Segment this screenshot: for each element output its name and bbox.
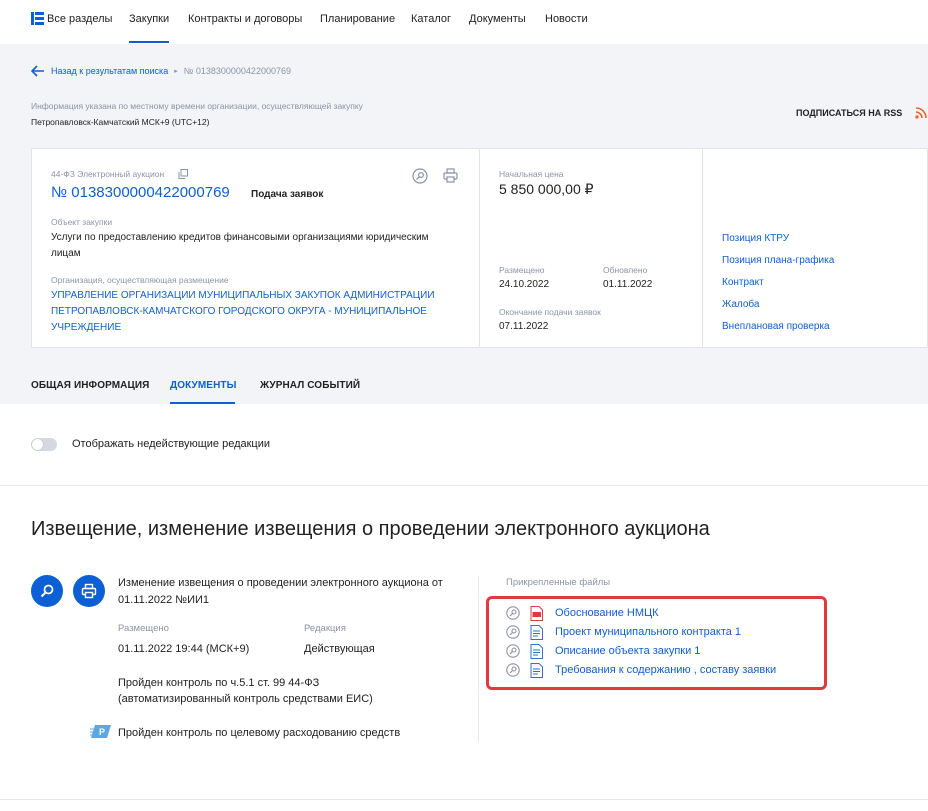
file-item[interactable]: Требования к содержанию , составу заявки bbox=[506, 662, 776, 678]
nav-all-sections[interactable]: Все разделы bbox=[47, 13, 112, 25]
rss-subscribe-button[interactable]: ПОДПИСАТЬСЯ НА RSS bbox=[796, 108, 902, 118]
object-value-line2: лицам bbox=[51, 248, 81, 259]
doc-placed-label: Размещено bbox=[118, 623, 169, 634]
object-value-line1: Услуги по предоставлению кредитов финанс… bbox=[51, 232, 429, 243]
tab-event-log[interactable]: ЖУРНАЛ СОБЫТИЙ bbox=[260, 380, 360, 391]
section-title: Извещение, изменение извещения о проведе… bbox=[31, 518, 710, 540]
card-divider bbox=[702, 149, 703, 347]
view-file-icon[interactable] bbox=[506, 606, 520, 620]
link-plan-position[interactable]: Позиция плана-графика bbox=[722, 255, 834, 266]
org-link-line2[interactable]: ПЕТРОПАВЛОВСК-КАМЧАТСКОГО ГОРОДСКОГО ОКР… bbox=[51, 306, 427, 317]
top-nav: Все разделы Закупки Контракты и договоры… bbox=[0, 0, 928, 44]
doc-control-line1: Пройден контроль по ч.5.1 ст. 99 44-ФЗ bbox=[118, 677, 320, 689]
print-icon[interactable] bbox=[443, 168, 458, 183]
print-document-button[interactable] bbox=[73, 575, 105, 607]
view-file-icon[interactable] bbox=[506, 625, 520, 639]
doc-control-line2: (автоматизированный контроль средствами … bbox=[118, 693, 373, 705]
purchase-stage: Подача заявок bbox=[251, 189, 324, 200]
magnifier-icon bbox=[40, 584, 54, 598]
view-file-icon[interactable] bbox=[506, 644, 520, 658]
rss-icon[interactable] bbox=[915, 107, 927, 119]
toggle-knob bbox=[32, 439, 43, 450]
tab-documents[interactable]: ДОКУМЕНТЫ bbox=[170, 380, 237, 391]
pdf-file-icon bbox=[530, 605, 543, 621]
chevron-right-icon: ▸ bbox=[174, 68, 178, 75]
nav-contracts[interactable]: Контракты и договоры bbox=[188, 13, 302, 25]
doc-file-icon bbox=[530, 662, 543, 678]
doc-edition-value: Действующая bbox=[304, 643, 375, 655]
nav-active-indicator bbox=[129, 41, 169, 43]
toggle-label: Отображать недействующие редакции bbox=[72, 438, 271, 450]
tab-general-info[interactable]: ОБЩАЯ ИНФОРМАЦИЯ bbox=[31, 380, 149, 391]
inactive-editions-toggle[interactable] bbox=[31, 438, 57, 451]
attached-files-label: Прикрепленные файлы bbox=[506, 577, 611, 588]
doc-placed-value: 01.11.2022 19:44 (МСК+9) bbox=[118, 643, 250, 655]
timezone-value: Петропавловск-Камчатский МСК+9 (UTC+12) bbox=[31, 117, 210, 127]
updated-value: 01.11.2022 bbox=[603, 279, 653, 290]
arrow-left-icon[interactable] bbox=[31, 65, 45, 77]
placed-label: Размещено bbox=[499, 265, 545, 275]
doc-title-line2: 01.11.2022 №ИИ1 bbox=[118, 594, 210, 606]
doc-target-control: Пройден контроль по целевому расходовани… bbox=[118, 727, 401, 739]
printer-icon bbox=[81, 583, 97, 599]
file-link[interactable]: Требования к содержанию , составу заявки bbox=[555, 664, 776, 676]
breadcrumb-current: № 0138300000422000769 bbox=[183, 66, 291, 76]
price-label: Начальная цена bbox=[499, 169, 564, 179]
doc-file-icon bbox=[530, 643, 543, 659]
breadcrumb: Назад к результатам поиска ▸ № 013830000… bbox=[31, 65, 291, 77]
deadline-value: 07.11.2022 bbox=[499, 321, 549, 332]
tabs: ОБЩАЯ ИНФОРМАЦИЯ ДОКУМЕНТЫ ЖУРНАЛ СОБЫТИ… bbox=[0, 370, 928, 404]
link-contract[interactable]: Контракт bbox=[722, 277, 764, 288]
placed-value: 24.10.2022 bbox=[499, 279, 550, 290]
file-link[interactable]: Проект муниципального контракта 1 bbox=[555, 626, 741, 638]
file-item[interactable]: Обоснование НМЦК bbox=[506, 605, 659, 621]
price-value: 5 850 000,00 ₽ bbox=[499, 181, 594, 197]
sections-grid-icon[interactable] bbox=[31, 12, 44, 25]
file-link[interactable]: Описание объекта закупки 1 bbox=[555, 645, 700, 657]
purchase-card: 44-ФЗ Электронный аукцион № 013830000042… bbox=[31, 148, 928, 348]
object-label: Объект закупки bbox=[51, 217, 113, 227]
link-inspection[interactable]: Внеплановая проверка bbox=[722, 321, 830, 332]
org-link-line1[interactable]: УПРАВЛЕНИЕ ОРГАНИЗАЦИИ МУНИЦИПАЛЬНЫХ ЗАК… bbox=[51, 290, 435, 301]
nav-documents[interactable]: Документы bbox=[469, 13, 526, 25]
nav-planning[interactable]: Планирование bbox=[320, 13, 395, 25]
file-item[interactable]: Описание объекта закупки 1 bbox=[506, 643, 700, 659]
divider bbox=[0, 485, 928, 486]
file-item[interactable]: Проект муниципального контракта 1 bbox=[506, 624, 741, 640]
tab-active-indicator bbox=[170, 402, 235, 404]
org-link-line3[interactable]: УЧРЕЖДЕНИЕ bbox=[51, 322, 121, 333]
nav-purchases[interactable]: Закупки bbox=[129, 13, 169, 25]
purchase-law-type: 44-ФЗ Электронный аукцион bbox=[51, 169, 165, 179]
link-ktru[interactable]: Позиция КТРУ bbox=[722, 233, 789, 244]
card-divider bbox=[479, 149, 480, 347]
target-control-icon: P bbox=[90, 725, 111, 738]
org-label: Организация, осуществляющая размещение bbox=[51, 275, 229, 285]
file-link[interactable]: Обоснование НМЦК bbox=[555, 607, 659, 619]
purchase-number[interactable]: № 0138300000422000769 bbox=[51, 184, 230, 201]
doc-file-icon bbox=[530, 624, 543, 640]
vertical-divider bbox=[478, 576, 479, 742]
copy-icon[interactable] bbox=[178, 169, 188, 179]
view-file-icon[interactable] bbox=[506, 663, 520, 677]
link-complaint[interactable]: Жалоба bbox=[722, 299, 759, 310]
deadline-label: Окончание подачи заявок bbox=[499, 307, 601, 317]
updated-label: Обновлено bbox=[603, 265, 648, 275]
nav-news[interactable]: Новости bbox=[545, 13, 588, 25]
view-icon[interactable] bbox=[412, 168, 428, 184]
doc-edition-label: Редакция bbox=[304, 623, 346, 634]
back-to-search-link[interactable]: Назад к результатам поиска bbox=[51, 66, 168, 76]
svg-text:P: P bbox=[99, 727, 105, 737]
nav-catalog[interactable]: Каталог bbox=[411, 13, 451, 25]
doc-title-line1: Изменение извещения о проведении электро… bbox=[118, 577, 443, 589]
view-document-button[interactable] bbox=[31, 575, 63, 607]
timezone-note: Информация указана по местному времени о… bbox=[31, 101, 363, 111]
divider bbox=[0, 799, 928, 800]
